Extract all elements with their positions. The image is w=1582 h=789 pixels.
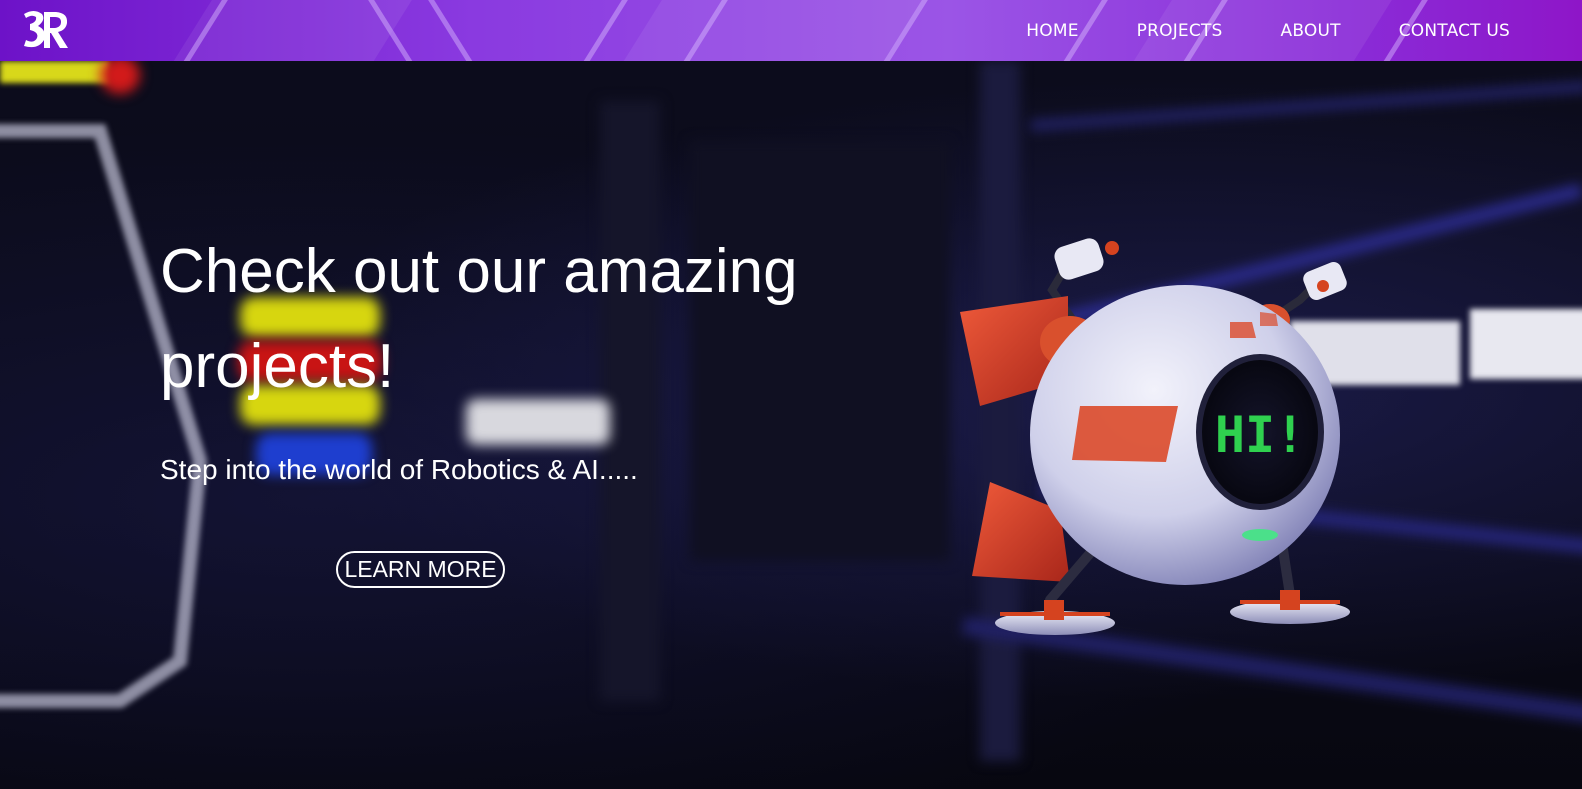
background-beam bbox=[1030, 81, 1582, 131]
hero-title-text: Check out our amazing projects bbox=[160, 237, 798, 401]
nav-contact-link[interactable]: CONTACT US bbox=[1399, 21, 1510, 41]
main-navigation: HOME PROJECTS ABOUT CONTACT US bbox=[1026, 0, 1510, 61]
background-hex-frame bbox=[0, 124, 208, 708]
nav-projects-link[interactable]: PROJECTS bbox=[1137, 21, 1223, 41]
hero-subtitle: Step into the world of Robotics & AI....… bbox=[160, 454, 638, 485]
navbar-decoration bbox=[571, 0, 635, 61]
background-light bbox=[100, 61, 140, 94]
background-light bbox=[0, 61, 110, 83]
background-light bbox=[1470, 309, 1582, 379]
robot-illustration: HI! bbox=[960, 238, 1350, 635]
top-navbar: 3R HOME PROJECTS ABOUT CONTACT US bbox=[0, 0, 1582, 61]
robot-screen-text: HI! bbox=[1215, 406, 1305, 464]
navbar-decoration bbox=[421, 0, 485, 61]
brand-logo[interactable]: 3R bbox=[20, 6, 72, 54]
navbar-decoration bbox=[611, 0, 929, 61]
learn-more-button[interactable]: LEARN MORE bbox=[336, 551, 505, 588]
nav-home-link[interactable]: HOME bbox=[1026, 21, 1078, 41]
nav-about-link[interactable]: ABOUT bbox=[1281, 21, 1341, 41]
landing-page: 3R HOME PROJECTS ABOUT CONTACT US Check … bbox=[0, 0, 1582, 789]
hero-title: Check out our amazing projects! bbox=[160, 224, 880, 414]
hero-title-punctuation: ! bbox=[377, 332, 395, 401]
